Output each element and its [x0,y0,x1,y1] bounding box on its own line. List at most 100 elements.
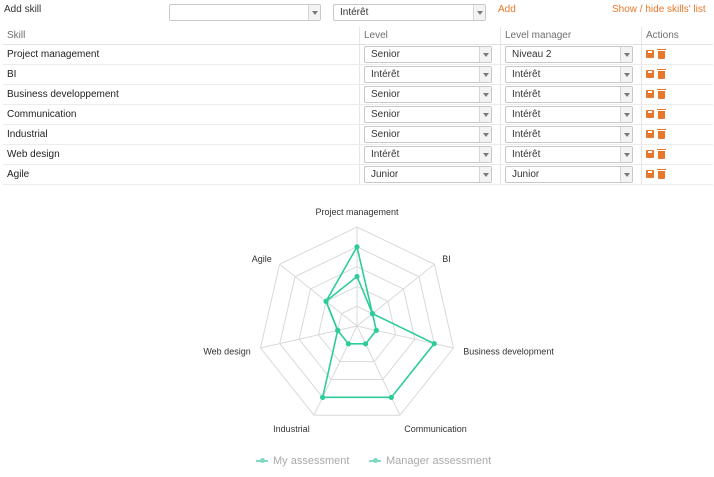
level-select-value: Senior [371,109,400,120]
actions-cell [641,164,713,185]
save-icon[interactable] [646,90,654,99]
trash-icon[interactable] [657,128,666,139]
chevron-down-icon [620,67,632,82]
manager-level-select-value: Intérêt [512,129,541,140]
manager-level-select[interactable]: Niveau 2 [505,46,633,63]
manager-level-cell: Intérêt [500,104,642,125]
level-cell: Junior [359,164,501,185]
series-point [320,394,326,400]
manager-level-select-value: Intérêt [512,69,541,80]
skill-select[interactable] [169,4,321,21]
chevron-down-icon [620,167,632,182]
toggle-skills-list-link[interactable]: Show / hide skills' list [612,4,706,15]
manager-level-cell: Intérêt [500,64,642,85]
skill-name: Communication [3,104,360,125]
column-header-level-manager: Level manager [500,27,642,45]
trash-icon[interactable] [657,108,666,119]
table-row: Agile Junior Junior [3,164,713,185]
chevron-down-icon [479,127,491,142]
manager-level-select-value: Intérêt [512,149,541,160]
axis-label: Agile [252,254,272,264]
save-icon[interactable] [646,150,654,159]
series-point [362,341,369,347]
axis-label: Business development [463,346,554,356]
trash-icon[interactable] [657,68,666,79]
series-point [354,244,360,250]
level-select[interactable]: Junior [364,166,492,183]
skill-name: Industrial [3,124,360,145]
level-cell: Senior [359,124,501,145]
save-icon[interactable] [646,110,654,119]
actions-cell [641,124,713,145]
series-point [354,273,360,280]
level-select[interactable]: Senior [364,86,492,103]
level-select[interactable]: Intérêt [333,4,486,21]
axis-label: Web design [203,346,250,356]
actions-cell [641,64,713,85]
legend-line-marker-icon [256,458,268,464]
level-select[interactable]: Senior [364,106,492,123]
level-select-value: Intérêt [371,69,400,80]
table-row: Business developpement Senior Intérêt [3,84,713,105]
axis-label: Communication [404,424,467,434]
skill-name: Project management [3,44,360,65]
manager-level-select[interactable]: Intérêt [505,126,633,143]
table-row: Communication Senior Intérêt [3,104,713,125]
series-point [345,341,352,347]
skill-name: Business developpement [3,84,360,105]
save-icon[interactable] [646,50,654,59]
legend-manager-assessment[interactable]: Manager assessment [369,455,491,467]
level-cell: Senior [359,84,501,105]
level-select-value: Intérêt [371,149,400,160]
trash-icon[interactable] [657,148,666,159]
manager-level-select-value: Intérêt [512,89,541,100]
chevron-down-icon [479,67,491,82]
manager-level-select[interactable]: Intérêt [505,66,633,83]
level-select[interactable]: Intérêt [364,66,492,83]
manager-level-select[interactable]: Intérêt [505,106,633,123]
axis-label: Industrial [273,424,310,434]
trash-icon[interactable] [657,88,666,99]
manager-level-select[interactable]: Intérêt [505,86,633,103]
manager-level-cell: Niveau 2 [500,44,642,65]
legend-label: My assessment [273,455,350,467]
manager-level-cell: Intérêt [500,124,642,145]
legend-my-assessment[interactable]: My assessment [256,455,349,467]
save-icon[interactable] [646,70,654,79]
level-select[interactable]: Senior [364,46,492,63]
series-point [388,394,394,400]
level-select-value: Senior [371,89,400,100]
trash-icon[interactable] [657,168,666,179]
skill-name: BI [3,64,360,85]
chevron-down-icon [479,47,491,62]
series-point [335,327,341,334]
table-row: BI Intérêt Intérêt [3,64,713,85]
manager-level-cell: Junior [500,164,642,185]
level-select[interactable]: Senior [364,126,492,143]
manager-level-cell: Intérêt [500,144,642,165]
table-row: Web design Intérêt Intérêt [3,144,713,165]
actions-cell [641,104,713,125]
add-button[interactable]: Add [498,4,516,15]
save-icon[interactable] [646,130,654,139]
chevron-down-icon [479,107,491,122]
save-icon[interactable] [646,170,654,179]
table-row: Project management Senior Niveau 2 [3,44,713,65]
add-skill-bar: Add skill Intérêt Add Show / hide skills… [0,0,714,24]
level-select[interactable]: Intérêt [364,146,492,163]
manager-level-select[interactable]: Intérêt [505,146,633,163]
trash-icon[interactable] [657,48,666,59]
chevron-down-icon [479,87,491,102]
level-cell: Senior [359,104,501,125]
manager-level-select[interactable]: Junior [505,166,633,183]
grid-spoke [356,325,401,416]
legend-label: Manager assessment [386,455,492,467]
column-header-skill: Skill [3,27,360,45]
level-select-value: Senior [371,129,400,140]
add-skill-label: Add skill [4,4,42,15]
skill-name: Agile [3,164,360,185]
level-select-value: Intérêt [340,7,369,18]
level-cell: Intérêt [359,144,501,165]
skills-table: Skill Level Level manager Actions Projec… [3,27,713,185]
column-header-level: Level [359,27,501,45]
